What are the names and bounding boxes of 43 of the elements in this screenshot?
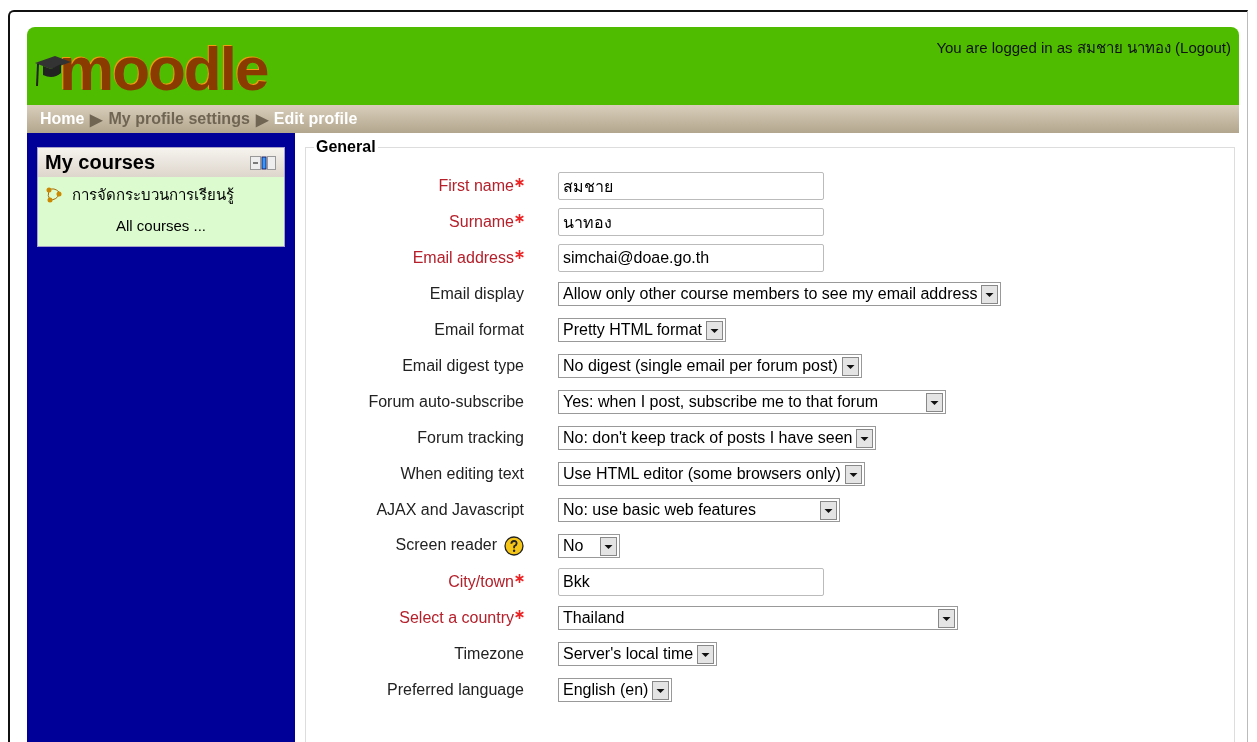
field-label: Forum tracking — [417, 429, 524, 447]
field-label: City/town — [448, 573, 514, 591]
help-icon[interactable] — [504, 536, 524, 556]
dropdown[interactable]: Yes: when I post, subscribe me to that forum — [558, 390, 946, 414]
field-label: Email display — [429, 285, 524, 303]
required-icon — [515, 574, 524, 583]
required-icon — [515, 214, 524, 223]
course-link[interactable]: การจัดกระบวนการเรียนรู้ — [72, 183, 234, 207]
block-title: My courses — [45, 151, 156, 174]
required-icon — [515, 250, 524, 259]
logo-text: moodle — [59, 35, 268, 103]
dropdown[interactable]: Pretty HTML format — [558, 318, 726, 342]
dropdown[interactable]: No digest (single email per forum post) — [558, 354, 862, 378]
dropdown[interactable]: No: use basic web features — [558, 498, 840, 522]
field-label: Select a country — [399, 609, 514, 627]
dropdown[interactable]: No: don't keep track of posts I have seen — [558, 426, 877, 450]
field-label: Surname — [449, 213, 514, 231]
text-field[interactable]: simchai@doae.go.th — [558, 244, 824, 272]
field-label: Email address — [412, 249, 514, 267]
dropdown[interactable]: English (en) — [558, 678, 673, 702]
field-label: First name — [438, 177, 514, 195]
required-icon — [515, 610, 524, 619]
text-field[interactable]: นาทอง — [558, 208, 824, 236]
dropdown[interactable]: Use HTML editor (some browsers only) — [558, 462, 865, 486]
field-label: Email digest type — [402, 357, 524, 375]
field-label: Email format — [434, 321, 524, 339]
field-label: Preferred language — [387, 681, 524, 699]
dropdown[interactable]: Allow only other course members to see my email address — [558, 282, 1002, 306]
course-icon — [44, 186, 64, 204]
field-label: Screen reader — [395, 536, 497, 554]
field-label: Forum auto-subscribe — [368, 393, 524, 411]
dropdown[interactable]: No — [558, 534, 620, 558]
required-icon — [515, 178, 524, 187]
text-field[interactable]: สมชาย — [558, 172, 824, 200]
text-field[interactable]: Bkk — [558, 568, 824, 596]
field-label: When editing text — [400, 465, 524, 483]
field-label: AJAX and Javascript — [376, 501, 524, 519]
collapse-icon[interactable] — [250, 155, 276, 170]
dropdown[interactable]: Thailand — [558, 606, 958, 630]
dropdown[interactable]: Server's local time — [558, 642, 718, 666]
login-info: You are logged in as สมชาย นาทอง (Logout) — [936, 38, 1232, 58]
field-label: Timezone — [454, 645, 524, 663]
all-courses-link[interactable]: All courses ... — [116, 217, 206, 234]
